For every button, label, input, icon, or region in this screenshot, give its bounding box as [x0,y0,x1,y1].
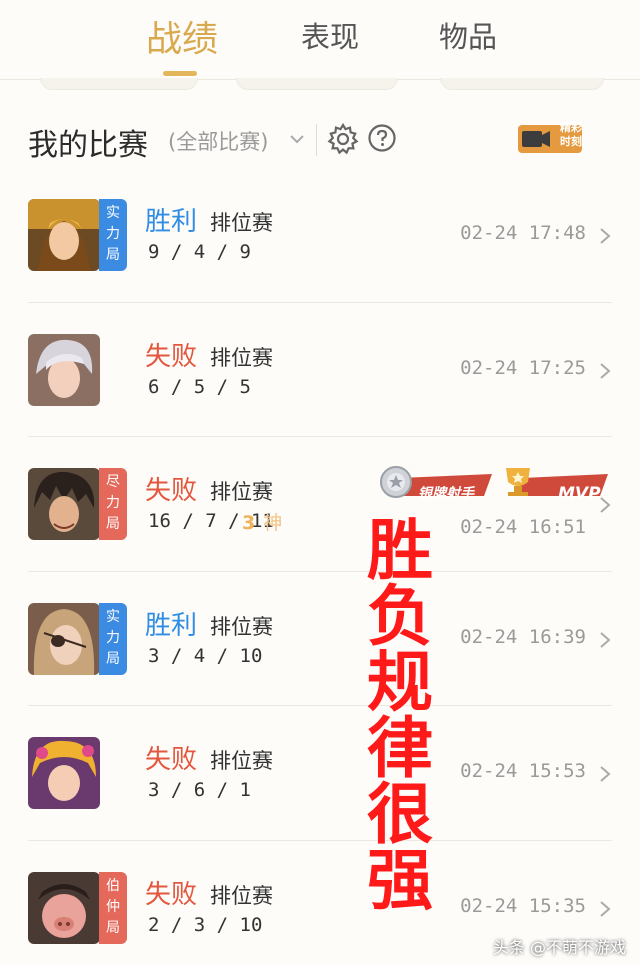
mvp-label: MVP [558,484,601,504]
match-time: 02-24 16:51 [460,516,586,538]
match-result: 失败 [145,745,198,775]
hero-avatar [28,199,100,271]
match-result: 失败 [145,342,198,372]
divider [28,571,612,572]
kill-streak: 3神 [242,512,283,534]
match-kda: 2 / 3 / 10 [148,914,263,936]
match-mode: 排位赛 [210,346,273,370]
match-mode: 排位赛 [210,211,273,235]
match-tier-badge: 实力局 [99,199,127,271]
chevron-right-icon [600,363,611,379]
match-time: 02-24 17:48 [460,222,586,244]
match-kda: 3 / 4 / 10 [148,645,263,667]
chevron-right-icon [600,766,611,782]
active-tab-indicator [163,71,197,76]
match-result: 失败 [145,476,198,506]
match-result: 失败 [145,880,198,910]
match-mode: 排位赛 [210,749,273,773]
match-row[interactable]: 失败 排位赛 6 / 5 / 5 02-24 17:25 [28,334,612,468]
match-result: 胜利 [145,207,198,237]
divider [28,302,612,303]
match-row[interactable]: 失败 排位赛 3 / 6 / 1 02-24 15:53 [28,737,612,871]
match-tier-badge: 伯仲局 [99,872,127,944]
hero-avatar [28,334,100,406]
gear-icon[interactable] [326,122,360,156]
match-tier-badge: 实力局 [99,603,127,675]
watermark: 头条 @不萌不游戏 [492,938,626,957]
match-row[interactable]: 尽力局 失败 排位赛 16 / 7 / 11 3神 银牌射手 MVP 02-24… [28,466,612,602]
tab-record[interactable]: 战绩 [140,10,224,60]
match-mode: 排位赛 [210,480,273,504]
match-time: 02-24 15:53 [460,760,586,782]
chevron-right-icon [600,901,611,917]
silver-medal-label: 银牌射手 [418,486,474,502]
hero-avatar [28,468,100,540]
chevron-right-icon [600,228,611,244]
match-filter-dropdown[interactable]: (全部比赛) [168,126,268,156]
section-title: 我的比赛 [28,128,148,163]
divider [28,840,612,841]
chevron-down-icon[interactable] [286,128,308,150]
hero-avatar [28,603,100,675]
match-kda: 9 / 4 / 9 [148,241,251,263]
help-icon[interactable] [367,123,397,153]
match-kda: 3 / 6 / 1 [148,779,251,801]
hero-avatar [28,872,100,944]
chevron-right-icon [600,632,611,648]
match-result: 胜利 [145,611,198,641]
chevron-right-icon [600,497,611,513]
card-peek [40,78,198,90]
highlight-moments-label: 精彩时刻 [560,121,582,148]
overlay-caption: 胜负规律很强 [367,512,433,919]
match-time: 02-24 16:39 [460,626,586,648]
tab-items[interactable]: 物品 [426,14,510,64]
match-mode: 排位赛 [210,884,273,908]
top-tab-bar: 战绩 表现 物品 [0,0,640,80]
match-mode: 排位赛 [210,615,273,639]
match-time: 02-24 17:25 [460,357,586,379]
match-kda: 6 / 5 / 5 [148,376,251,398]
card-peek [440,78,604,90]
divider [28,436,612,437]
match-row[interactable]: 实力局 胜利 排位赛 9 / 4 / 9 02-24 17:48 [28,199,612,333]
divider [316,124,317,156]
hero-avatar [28,737,100,809]
match-time: 02-24 15:35 [460,895,586,917]
match-tier-badge: 尽力局 [99,468,127,540]
divider [28,705,612,706]
match-row[interactable]: 实力局 胜利 排位赛 3 / 4 / 10 02-24 16:39 [28,603,612,737]
card-peek [236,78,398,90]
tab-performance[interactable]: 表现 [288,14,372,64]
